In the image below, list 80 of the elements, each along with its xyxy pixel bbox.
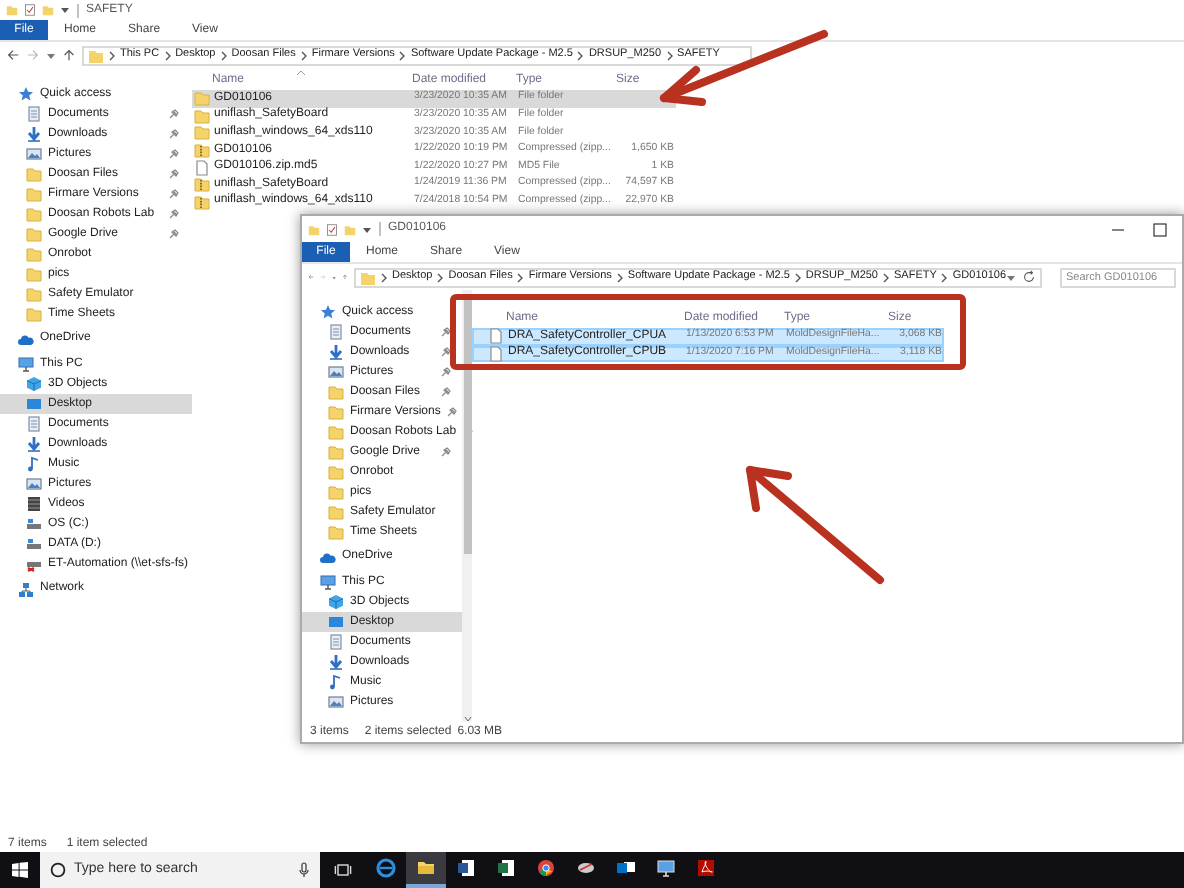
- browser-icon: [376, 858, 396, 878]
- folder-icon: [6, 4, 18, 16]
- star-icon: [320, 304, 336, 320]
- mail-icon: [616, 858, 636, 878]
- drive-icon: [26, 516, 42, 532]
- download-icon: [328, 654, 344, 670]
- chevron-right-icon: [665, 49, 674, 61]
- cube-icon: [26, 376, 42, 392]
- windows-logo-icon[interactable]: [12, 862, 28, 878]
- download-icon: [328, 344, 344, 360]
- zip-folder-icon: [194, 142, 210, 159]
- document-icon: [456, 858, 476, 878]
- chevron-right-icon: [516, 271, 525, 283]
- properties-icon: [326, 223, 338, 235]
- folder-icon: [42, 4, 54, 16]
- network-icon: [18, 581, 34, 597]
- scrollbar[interactable]: [462, 290, 472, 722]
- download-icon: [26, 126, 42, 142]
- document-icon: [26, 416, 42, 432]
- chevron-right-icon: [380, 271, 389, 283]
- annotation-arrow: [746, 466, 884, 584]
- star-icon: [18, 86, 34, 102]
- pdf-icon: [696, 858, 716, 878]
- separator: [378, 222, 382, 236]
- chevron-right-icon: [615, 271, 624, 283]
- app-icon: [576, 858, 596, 878]
- file-icon: [194, 159, 210, 176]
- cube-icon: [328, 594, 344, 610]
- pictures-icon: [328, 694, 344, 710]
- pictures-icon: [26, 476, 42, 492]
- dropdown-arrow-icon: [362, 225, 372, 233]
- folder-icon: [344, 223, 356, 235]
- document-icon: [26, 106, 42, 122]
- globe-icon: [536, 858, 556, 878]
- chevron-right-icon: [576, 49, 585, 61]
- pictures-icon: [26, 146, 42, 162]
- video-icon: [26, 496, 42, 512]
- separator: [76, 3, 80, 17]
- drive-icon: [26, 536, 42, 552]
- document-icon: [328, 634, 344, 650]
- maximize-icon[interactable]: [1152, 221, 1168, 237]
- chevron-right-icon: [219, 49, 228, 61]
- document-icon: [328, 324, 344, 340]
- microphone-icon[interactable]: [298, 862, 310, 878]
- desktop-icon: [328, 614, 344, 630]
- properties-icon: [24, 4, 36, 16]
- task-view-icon[interactable]: [334, 862, 352, 878]
- chevron-right-icon: [436, 271, 445, 283]
- chevron-right-icon: [940, 271, 949, 283]
- dropdown-arrow-icon: [60, 6, 70, 14]
- music-note-icon: [328, 674, 344, 690]
- chevron-right-icon: [108, 49, 116, 61]
- dropdown-arrow-icon[interactable]: [1006, 273, 1017, 281]
- folder-icon: [88, 47, 104, 63]
- cloud-icon: [320, 549, 336, 565]
- chevron-right-icon: [163, 49, 172, 61]
- back-arrow-icon[interactable]: [6, 48, 20, 62]
- download-icon: [26, 436, 42, 452]
- up-arrow-icon[interactable]: [62, 48, 76, 62]
- refresh-icon[interactable]: [1022, 270, 1037, 284]
- taskbar-app-button[interactable]: [406, 852, 446, 888]
- chevron-right-icon: [299, 49, 308, 61]
- search-icon: [50, 862, 66, 878]
- chevron-right-icon: [398, 49, 407, 61]
- dropdown-arrow-icon[interactable]: [46, 51, 56, 59]
- folder-icon: [308, 223, 320, 235]
- desktop-icon: [26, 396, 42, 412]
- sort-caret-icon: [296, 70, 306, 76]
- spreadsheet-icon: [496, 858, 516, 878]
- pictures-icon: [328, 364, 344, 380]
- chevron-right-icon: [882, 271, 890, 283]
- monitor-icon: [656, 858, 676, 878]
- folder-icon: [360, 269, 377, 285]
- computer-icon: [18, 356, 34, 372]
- network-drive-icon: [26, 556, 42, 572]
- folder-icon: [416, 858, 436, 878]
- chevron-right-icon: [793, 271, 802, 283]
- music-note-icon: [26, 456, 42, 472]
- cloud-icon: [18, 331, 34, 347]
- computer-icon: [320, 574, 336, 590]
